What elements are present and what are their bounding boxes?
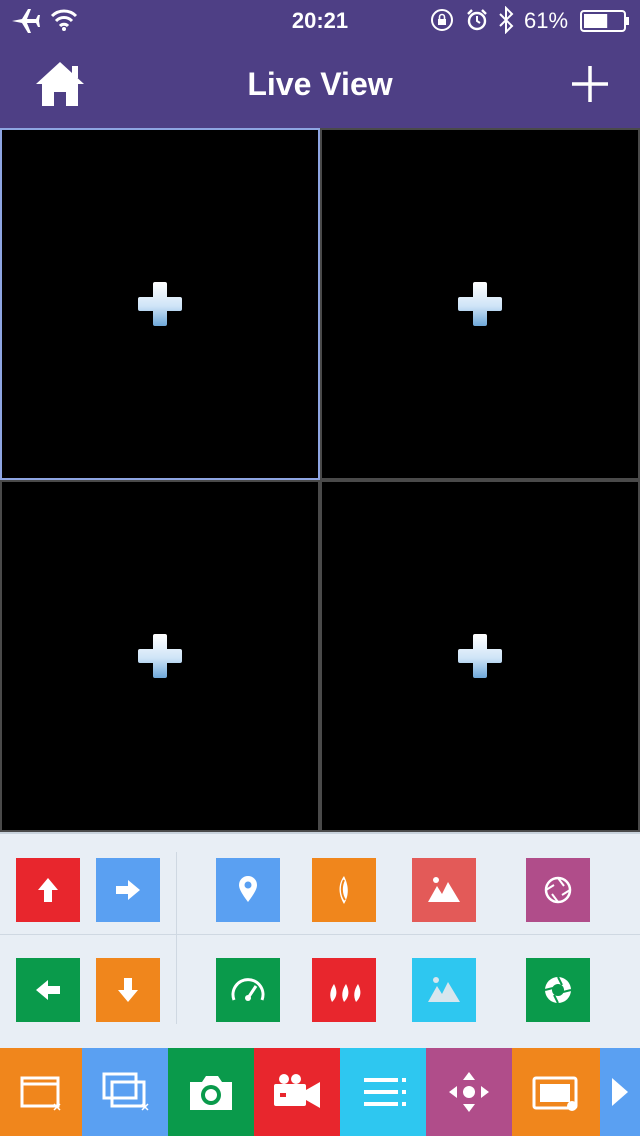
control-panel (0, 832, 640, 1048)
snapshot-button[interactable] (168, 1048, 254, 1136)
next-arrow-icon (600, 1048, 640, 1136)
video-record-icon (254, 1048, 340, 1136)
ptz-left-button[interactable] (16, 958, 80, 1022)
preset-button[interactable] (216, 858, 280, 922)
image-light-button[interactable] (412, 958, 476, 1022)
add-camera-icon[interactable] (456, 280, 504, 328)
image-light-icon (412, 958, 476, 1022)
battery-percent: 61% (524, 8, 569, 33)
ptz-move-button[interactable] (426, 1048, 512, 1136)
list-button[interactable] (340, 1048, 426, 1136)
rotation-lock-icon (431, 9, 453, 31)
ptz-right-button[interactable] (96, 858, 160, 922)
arrow-right-icon (96, 858, 160, 922)
focus-far-icon (312, 958, 376, 1022)
arrow-left-icon (16, 958, 80, 1022)
location-pin-icon (216, 858, 280, 922)
bluetooth-icon (499, 6, 514, 34)
window-layout-icon (512, 1048, 600, 1136)
video-cell-2[interactable] (320, 128, 640, 480)
iris-close-button[interactable] (526, 858, 590, 922)
speedometer-icon (216, 958, 280, 1022)
window-layout-button[interactable] (512, 1048, 600, 1136)
divider (176, 852, 177, 1024)
close-all-windows-icon (82, 1048, 168, 1136)
video-cell-3[interactable] (0, 480, 320, 832)
camera-snapshot-icon (168, 1048, 254, 1136)
status-bar: 20:21 61% (0, 0, 640, 40)
video-cell-4[interactable] (320, 480, 640, 832)
focus-icon (312, 858, 376, 922)
close-all-button[interactable] (82, 1048, 168, 1136)
speed-button[interactable] (216, 958, 280, 1022)
move-icon (426, 1048, 512, 1136)
arrow-down-icon (96, 958, 160, 1022)
close-window-icon (0, 1048, 82, 1136)
iris-open-icon (526, 958, 590, 1022)
arrow-up-icon (16, 858, 80, 922)
ptz-up-button[interactable] (16, 858, 80, 922)
iris-icon (526, 858, 590, 922)
divider (0, 934, 640, 935)
battery-icon (580, 10, 629, 32)
image-adjust-button[interactable] (412, 858, 476, 922)
iris-open-button[interactable] (526, 958, 590, 1022)
add-camera-icon[interactable] (136, 632, 184, 680)
add-camera-icon[interactable] (136, 280, 184, 328)
record-button[interactable] (254, 1048, 340, 1136)
bottom-toolbar (0, 1048, 640, 1136)
toolbar-next-button[interactable] (600, 1048, 640, 1136)
top-bar: 20:21 61% Live View (0, 0, 640, 128)
focus-far-button[interactable] (312, 958, 376, 1022)
alarm-icon (467, 9, 487, 31)
add-camera-icon[interactable] (456, 632, 504, 680)
plus-icon[interactable] (560, 56, 620, 112)
page-title: Live View (247, 66, 393, 102)
image-icon (412, 858, 476, 922)
video-cell-1[interactable] (0, 128, 320, 480)
ptz-down-button[interactable] (96, 958, 160, 1022)
list-icon (340, 1048, 426, 1136)
focus-near-button[interactable] (312, 858, 376, 922)
close-window-button[interactable] (0, 1048, 82, 1136)
